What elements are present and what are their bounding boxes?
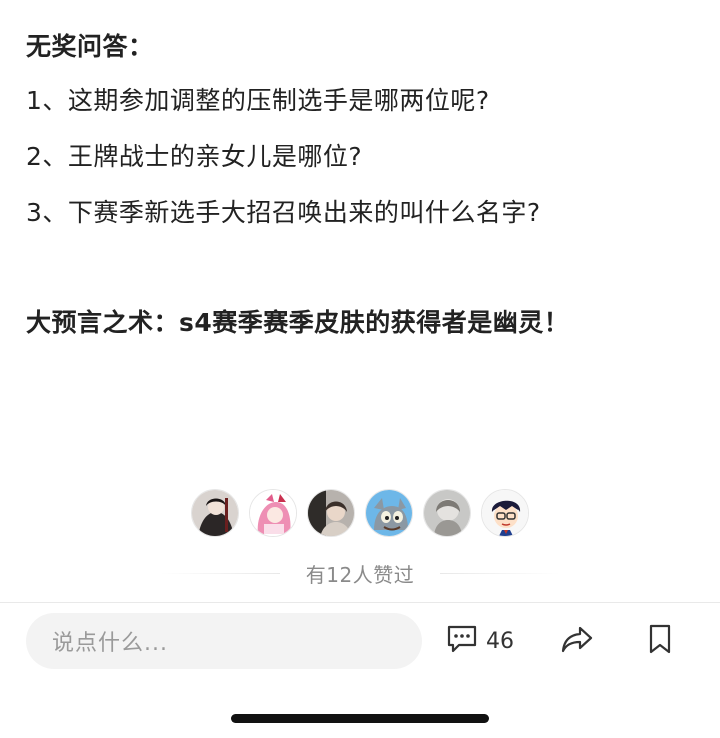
- prediction-text: 大预言之术：s4赛季赛季皮肤的获得者是幽灵！: [26, 308, 570, 337]
- comment-count: 46: [486, 628, 514, 654]
- quiz-title: 无奖问答：: [26, 32, 154, 61]
- share-button[interactable]: [560, 622, 594, 660]
- likes-row: 有12人赞过: [0, 558, 720, 588]
- home-indicator[interactable]: [231, 714, 489, 723]
- likes-left-rule: [159, 572, 280, 574]
- comment-icon: [446, 624, 478, 658]
- question-2: 2、王牌战士的亲女儿是哪位?: [26, 142, 363, 171]
- bookmark-button[interactable]: [646, 622, 674, 660]
- bookmark-icon: [646, 623, 674, 659]
- likes-right-rule: [440, 572, 561, 574]
- avatar[interactable]: [191, 489, 239, 537]
- comment-button[interactable]: 46: [446, 622, 514, 660]
- liker-avatars: [0, 489, 720, 537]
- avatar[interactable]: [481, 489, 529, 537]
- comment-input-placeholder: 说点什么...: [52, 631, 168, 656]
- comment-input[interactable]: 说点什么...: [26, 613, 422, 669]
- avatar[interactable]: [249, 489, 297, 537]
- bottom-bar-divider: [0, 602, 720, 603]
- likes-count-text[interactable]: 有12人赞过: [306, 559, 414, 588]
- question-3: 3、下赛季新选手大招召唤出来的叫什么名字?: [26, 198, 541, 227]
- avatar[interactable]: [365, 489, 413, 537]
- question-1: 1、这期参加调整的压制选手是哪两位呢?: [26, 86, 490, 115]
- avatar[interactable]: [423, 489, 471, 537]
- avatar[interactable]: [307, 489, 355, 537]
- share-icon: [560, 624, 594, 658]
